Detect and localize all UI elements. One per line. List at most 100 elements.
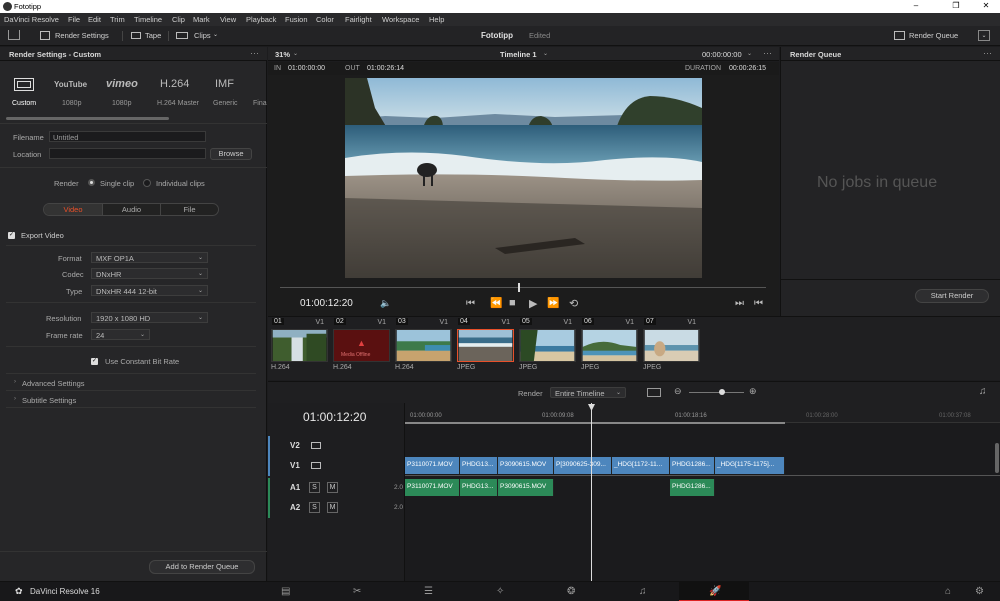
timeline-name[interactable]: Timeline 1 <box>500 50 537 59</box>
timeline-audio-clip[interactable]: P3110071.MOV <box>405 479 460 496</box>
chevron-down-icon[interactable]: ⌄ <box>293 50 298 57</box>
render-range-select[interactable]: Entire Timeline ⌄ <box>550 387 626 398</box>
zoom-slider-handle[interactable] <box>719 389 725 395</box>
zoom-slider[interactable] <box>689 392 744 393</box>
deliver-page-tab[interactable]: 🚀 <box>679 582 749 601</box>
color-page-icon[interactable]: ❂ <box>567 586 575 597</box>
maximize-button[interactable]: ❐ <box>942 1 970 12</box>
timeline-view-icon[interactable] <box>647 388 661 397</box>
menu-fusion[interactable]: Fusion <box>285 15 308 24</box>
vimeo-logo[interactable]: vimeo <box>106 78 138 90</box>
subtitle-settings-toggle[interactable]: Subtitle Settings <box>22 396 76 405</box>
filename-field[interactable]: Untitled <box>49 131 206 142</box>
preset-custom[interactable]: Custom <box>12 100 36 107</box>
mute-button[interactable]: M <box>327 502 338 513</box>
more-options-icon[interactable]: ··· <box>250 48 259 58</box>
go-to-start-icon[interactable]: ⏮ <box>466 298 475 309</box>
menu-help[interactable]: Help <box>429 15 444 24</box>
minimize-button[interactable]: – <box>902 1 930 12</box>
timeline-video-clip[interactable]: _HDG[1172-11... <box>612 457 670 474</box>
preset-h264[interactable]: H.264 Master <box>157 100 199 107</box>
start-render-button[interactable]: Start Render <box>915 289 989 303</box>
menu-fairlight[interactable]: Fairlight <box>345 15 372 24</box>
timeline-video-clip[interactable]: PHDG13... <box>460 457 498 474</box>
menu-timeline[interactable]: Timeline <box>134 15 162 24</box>
next-clip-icon[interactable]: ⏭ <box>735 298 744 309</box>
solo-button[interactable]: S <box>309 502 320 513</box>
panel-collapse-icon[interactable]: ⌄ <box>978 30 990 41</box>
menu-playback[interactable]: Playback <box>246 15 276 24</box>
fast-forward-icon[interactable]: ⏩ <box>547 298 559 309</box>
resolution-select[interactable]: 1920 x 1080 HD ⌄ <box>91 312 208 323</box>
youtube-logo[interactable]: YouTube <box>54 80 87 89</box>
timeline-scrollbar[interactable] <box>995 443 999 473</box>
viewer-scrubber[interactable] <box>268 280 779 294</box>
menu-view[interactable]: View <box>220 15 236 24</box>
constant-bitrate-checkbox[interactable]: ✓ <box>91 358 98 365</box>
render-queue-button[interactable]: Render Queue <box>909 31 958 40</box>
preset-vimeo[interactable]: 1080p <box>112 100 131 107</box>
menu-file[interactable]: File <box>68 15 80 24</box>
advanced-settings-toggle[interactable]: Advanced Settings <box>22 379 85 388</box>
fairlight-page-icon[interactable]: ♫ <box>639 586 647 597</box>
previous-clip-icon[interactable]: ⏮ <box>754 298 763 309</box>
codec-select[interactable]: DNxHR ⌄ <box>91 268 208 279</box>
menu-workspace[interactable]: Workspace <box>382 15 419 24</box>
timeline-video-clip[interactable]: _HDG[1175-1175]... <box>715 457 785 474</box>
tape-button[interactable]: Tape <box>145 31 161 40</box>
more-options-icon[interactable]: ··· <box>763 48 772 58</box>
audio-meter-icon[interactable]: ♫ <box>979 386 987 397</box>
timeline-video-clip[interactable]: P3090615.MOV <box>498 457 554 474</box>
individual-clips-radio[interactable] <box>143 179 151 187</box>
settings-gear-icon[interactable]: ⚙ <box>975 586 984 597</box>
location-field[interactable] <box>49 148 206 159</box>
fusion-page-icon[interactable]: ✧ <box>496 586 504 597</box>
h264-logo[interactable]: H.264 <box>160 78 189 90</box>
add-to-render-queue-button[interactable]: Add to Render Queue <box>149 560 255 574</box>
timeline-audio-clip[interactable]: P3090615.MOV <box>498 479 554 496</box>
home-icon[interactable]: ⌂ <box>945 586 951 597</box>
viewer[interactable] <box>268 75 779 280</box>
play-icon[interactable]: ▶ <box>529 297 537 310</box>
timeline-video-clip[interactable]: PHDG1286... <box>670 457 715 474</box>
stop-icon[interactable]: ■ <box>509 297 516 309</box>
tab-video[interactable]: Video <box>44 204 102 215</box>
chevron-right-icon[interactable]: › <box>14 396 16 402</box>
imf-logo[interactable]: IMF <box>215 78 234 90</box>
chevron-down-icon[interactable]: ⌄ <box>747 50 752 57</box>
edit-page-icon[interactable]: ☰ <box>424 586 433 597</box>
timeline-audio-clip[interactable]: PHDG13... <box>460 479 498 496</box>
zoom-level[interactable]: 31% <box>275 50 290 59</box>
framerate-select[interactable]: 24 ⌄ <box>91 329 150 340</box>
preset-scrollbar[interactable] <box>6 117 169 120</box>
type-select[interactable]: DNxHR 444 12-bit ⌄ <box>91 285 208 296</box>
rewind-icon[interactable]: ⏪ <box>490 298 502 309</box>
timeline-audio-clip[interactable]: PHDG1286... <box>670 479 715 496</box>
sidebar-toggle-icon[interactable] <box>8 30 20 40</box>
preset-imf[interactable]: Generic <box>213 100 238 107</box>
menu-trim[interactable]: Trim <box>110 15 125 24</box>
scrub-playhead[interactable] <box>518 283 521 292</box>
render-settings-button[interactable]: Render Settings <box>55 31 109 40</box>
tab-audio[interactable]: Audio <box>102 204 160 215</box>
browse-button[interactable]: Browse <box>210 148 252 160</box>
menu-edit[interactable]: Edit <box>88 15 101 24</box>
menu-color[interactable]: Color <box>316 15 334 24</box>
menu-clip[interactable]: Clip <box>172 15 185 24</box>
export-video-checkbox[interactable]: ✓ <box>8 232 15 239</box>
zoom-in-icon[interactable]: ⊕ <box>749 386 757 397</box>
more-options-icon[interactable]: ··· <box>983 48 992 58</box>
chevron-down-icon[interactable]: ⌄ <box>213 31 218 38</box>
mute-button[interactable]: M <box>327 482 338 493</box>
loop-icon[interactable]: ⟲ <box>569 297 578 310</box>
solo-button[interactable]: S <box>309 482 320 493</box>
timeline-ruler[interactable]: 01:00:00:00 01:00:09:08 01:00:18:16 01:0… <box>405 403 1000 424</box>
timeline-video-clip[interactable]: P[3090625-309... <box>554 457 612 474</box>
menu-davinci-resolve[interactable]: DaVinci Resolve <box>4 15 59 24</box>
chevron-down-icon[interactable]: ⌄ <box>543 50 548 57</box>
format-select[interactable]: MXF OP1A ⌄ <box>91 252 208 263</box>
media-page-icon[interactable]: ▤ <box>281 586 290 597</box>
track-monitor-icon[interactable] <box>311 442 321 449</box>
chevron-right-icon[interactable]: › <box>14 379 16 385</box>
preset-youtube[interactable]: 1080p <box>62 100 81 107</box>
